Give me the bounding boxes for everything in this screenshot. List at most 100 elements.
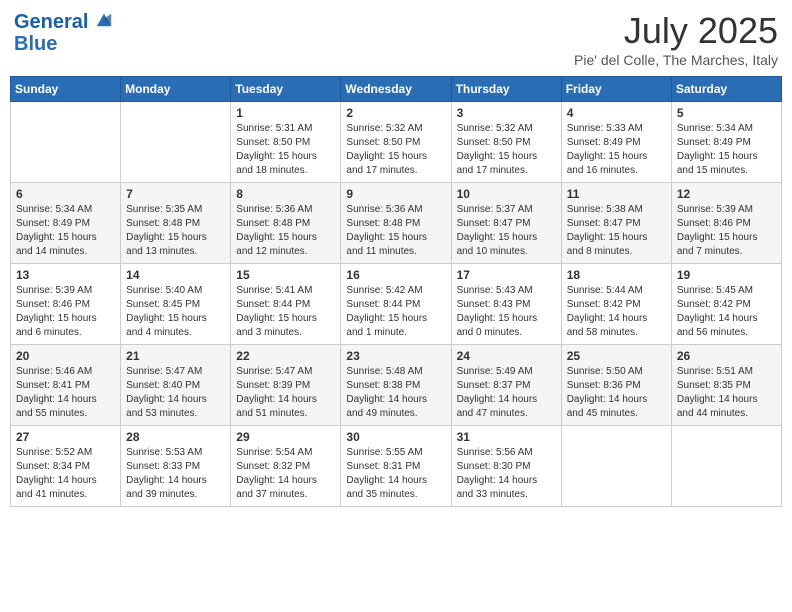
calendar-cell: 12 Sunrise: 5:39 AM Sunset: 8:46 PM Dayli… xyxy=(671,183,781,264)
calendar-cell: 19 Sunrise: 5:45 AM Sunset: 8:42 PM Dayli… xyxy=(671,264,781,345)
calendar-week-4: 20 Sunrise: 5:46 AM Sunset: 8:41 PM Dayli… xyxy=(11,345,782,426)
day-info: Sunrise: 5:49 AM Sunset: 8:37 PM Dayligh… xyxy=(457,365,556,421)
day-info: Sunrise: 5:46 AM Sunset: 8:41 PM Dayligh… xyxy=(16,365,115,421)
day-number: 13 xyxy=(16,268,115,282)
page-header: General Blue July 2025 Pie' del Colle, T… xyxy=(10,10,782,68)
day-info: Sunrise: 5:37 AM Sunset: 8:47 PM Dayligh… xyxy=(457,203,556,259)
calendar-cell: 2 Sunrise: 5:32 AM Sunset: 8:50 PM Daylig… xyxy=(341,102,451,183)
day-info: Sunrise: 5:47 AM Sunset: 8:40 PM Dayligh… xyxy=(126,365,225,421)
weekday-header-row: SundayMondayTuesdayWednesdayThursdayFrid… xyxy=(11,77,782,102)
day-number: 22 xyxy=(236,349,335,363)
weekday-header-tuesday: Tuesday xyxy=(231,77,341,102)
calendar-cell: 7Sunrise: 5:35 AM Sunset: 8:48 PM Daylig… xyxy=(121,183,231,264)
calendar-table: SundayMondayTuesdayWednesdayThursdayFrid… xyxy=(10,76,782,507)
day-info: Sunrise: 5:36 AM Sunset: 8:48 PM Dayligh… xyxy=(346,203,445,259)
day-info: Sunrise: 5:41 AM Sunset: 8:44 PM Dayligh… xyxy=(236,284,335,340)
day-info: Sunrise: 5:33 AM Sunset: 8:49 PM Dayligh… xyxy=(567,122,666,178)
weekday-header-thursday: Thursday xyxy=(451,77,561,102)
day-info: Sunrise: 5:56 AM Sunset: 8:30 PM Dayligh… xyxy=(457,446,556,502)
calendar-cell: 24 Sunrise: 5:49 AM Sunset: 8:37 PM Dayli… xyxy=(451,345,561,426)
weekday-header-wednesday: Wednesday xyxy=(341,77,451,102)
day-number: 15 xyxy=(236,268,335,282)
day-info: Sunrise: 5:39 AM Sunset: 8:46 PM Dayligh… xyxy=(677,203,776,259)
calendar-cell: 3 Sunrise: 5:32 AM Sunset: 8:50 PM Daylig… xyxy=(451,102,561,183)
calendar-cell: 18Sunrise: 5:44 AM Sunset: 8:42 PM Dayli… xyxy=(561,264,671,345)
day-info: Sunrise: 5:48 AM Sunset: 8:38 PM Dayligh… xyxy=(346,365,445,421)
day-number: 30 xyxy=(346,430,445,444)
day-number: 18 xyxy=(567,268,666,282)
day-number: 25 xyxy=(567,349,666,363)
calendar-cell: 10 Sunrise: 5:37 AM Sunset: 8:47 PM Dayli… xyxy=(451,183,561,264)
day-info: Sunrise: 5:54 AM Sunset: 8:32 PM Dayligh… xyxy=(236,446,335,502)
calendar-cell: 22Sunrise: 5:47 AM Sunset: 8:39 PM Dayli… xyxy=(231,345,341,426)
logo-text: General xyxy=(14,10,113,33)
day-number: 9 xyxy=(346,187,445,201)
logo: General Blue xyxy=(14,10,113,55)
day-number: 4 xyxy=(567,106,666,120)
day-number: 8 xyxy=(236,187,335,201)
day-number: 10 xyxy=(457,187,556,201)
calendar-cell: 6Sunrise: 5:34 AM Sunset: 8:49 PM Daylig… xyxy=(11,183,121,264)
weekday-header-saturday: Saturday xyxy=(671,77,781,102)
day-info: Sunrise: 5:36 AM Sunset: 8:48 PM Dayligh… xyxy=(236,203,335,259)
day-info: Sunrise: 5:31 AM Sunset: 8:50 PM Dayligh… xyxy=(236,122,335,178)
calendar-cell: 26Sunrise: 5:51 AM Sunset: 8:35 PM Dayli… xyxy=(671,345,781,426)
calendar-cell: 30 Sunrise: 5:55 AM Sunset: 8:31 PM Dayli… xyxy=(341,426,451,507)
day-info: Sunrise: 5:55 AM Sunset: 8:31 PM Dayligh… xyxy=(346,446,445,502)
calendar-cell: 27 Sunrise: 5:52 AM Sunset: 8:34 PM Dayli… xyxy=(11,426,121,507)
weekday-header-sunday: Sunday xyxy=(11,77,121,102)
location-title: Pie' del Colle, The Marches, Italy xyxy=(574,52,778,68)
day-number: 24 xyxy=(457,349,556,363)
day-number: 2 xyxy=(346,106,445,120)
calendar-cell: 25Sunrise: 5:50 AM Sunset: 8:36 PM Dayli… xyxy=(561,345,671,426)
title-block: July 2025 Pie' del Colle, The Marches, I… xyxy=(574,10,778,68)
day-number: 23 xyxy=(346,349,445,363)
day-number: 31 xyxy=(457,430,556,444)
day-number: 26 xyxy=(677,349,776,363)
calendar-cell: 4 Sunrise: 5:33 AM Sunset: 8:49 PM Daylig… xyxy=(561,102,671,183)
calendar-week-5: 27 Sunrise: 5:52 AM Sunset: 8:34 PM Dayli… xyxy=(11,426,782,507)
calendar-cell: 5 Sunrise: 5:34 AM Sunset: 8:49 PM Daylig… xyxy=(671,102,781,183)
day-info: Sunrise: 5:32 AM Sunset: 8:50 PM Dayligh… xyxy=(346,122,445,178)
logo-general: General xyxy=(14,11,88,33)
calendar-week-2: 6Sunrise: 5:34 AM Sunset: 8:49 PM Daylig… xyxy=(11,183,782,264)
day-number: 11 xyxy=(567,187,666,201)
day-info: Sunrise: 5:53 AM Sunset: 8:33 PM Dayligh… xyxy=(126,446,225,502)
calendar-cell: 13 Sunrise: 5:39 AM Sunset: 8:46 PM Dayli… xyxy=(11,264,121,345)
calendar-cell: 29Sunrise: 5:54 AM Sunset: 8:32 PM Dayli… xyxy=(231,426,341,507)
calendar-cell: 1 Sunrise: 5:31 AM Sunset: 8:50 PM Daylig… xyxy=(231,102,341,183)
calendar-cell: 9 Sunrise: 5:36 AM Sunset: 8:48 PM Daylig… xyxy=(341,183,451,264)
day-info: Sunrise: 5:45 AM Sunset: 8:42 PM Dayligh… xyxy=(677,284,776,340)
month-title: July 2025 xyxy=(574,10,778,52)
day-number: 27 xyxy=(16,430,115,444)
calendar-cell: 8 Sunrise: 5:36 AM Sunset: 8:48 PM Daylig… xyxy=(231,183,341,264)
day-info: Sunrise: 5:39 AM Sunset: 8:46 PM Dayligh… xyxy=(16,284,115,340)
calendar-cell xyxy=(561,426,671,507)
day-number: 1 xyxy=(236,106,335,120)
day-number: 5 xyxy=(677,106,776,120)
logo-icon xyxy=(95,10,113,28)
day-number: 17 xyxy=(457,268,556,282)
day-info: Sunrise: 5:34 AM Sunset: 8:49 PM Dayligh… xyxy=(677,122,776,178)
calendar-week-1: 1 Sunrise: 5:31 AM Sunset: 8:50 PM Daylig… xyxy=(11,102,782,183)
calendar-cell: 17 Sunrise: 5:43 AM Sunset: 8:43 PM Dayli… xyxy=(451,264,561,345)
day-number: 20 xyxy=(16,349,115,363)
day-number: 3 xyxy=(457,106,556,120)
calendar-cell: 21Sunrise: 5:47 AM Sunset: 8:40 PM Dayli… xyxy=(121,345,231,426)
calendar-week-3: 13 Sunrise: 5:39 AM Sunset: 8:46 PM Dayli… xyxy=(11,264,782,345)
calendar-cell: 28 Sunrise: 5:53 AM Sunset: 8:33 PM Dayli… xyxy=(121,426,231,507)
day-info: Sunrise: 5:32 AM Sunset: 8:50 PM Dayligh… xyxy=(457,122,556,178)
day-info: Sunrise: 5:38 AM Sunset: 8:47 PM Dayligh… xyxy=(567,203,666,259)
day-info: Sunrise: 5:40 AM Sunset: 8:45 PM Dayligh… xyxy=(126,284,225,340)
day-number: 16 xyxy=(346,268,445,282)
day-info: Sunrise: 5:35 AM Sunset: 8:48 PM Dayligh… xyxy=(126,203,225,259)
calendar-cell xyxy=(11,102,121,183)
day-info: Sunrise: 5:52 AM Sunset: 8:34 PM Dayligh… xyxy=(16,446,115,502)
calendar-cell: 14Sunrise: 5:40 AM Sunset: 8:45 PM Dayli… xyxy=(121,264,231,345)
day-number: 28 xyxy=(126,430,225,444)
day-number: 19 xyxy=(677,268,776,282)
weekday-header-friday: Friday xyxy=(561,77,671,102)
calendar-cell: 16Sunrise: 5:42 AM Sunset: 8:44 PM Dayli… xyxy=(341,264,451,345)
day-number: 12 xyxy=(677,187,776,201)
day-info: Sunrise: 5:43 AM Sunset: 8:43 PM Dayligh… xyxy=(457,284,556,340)
